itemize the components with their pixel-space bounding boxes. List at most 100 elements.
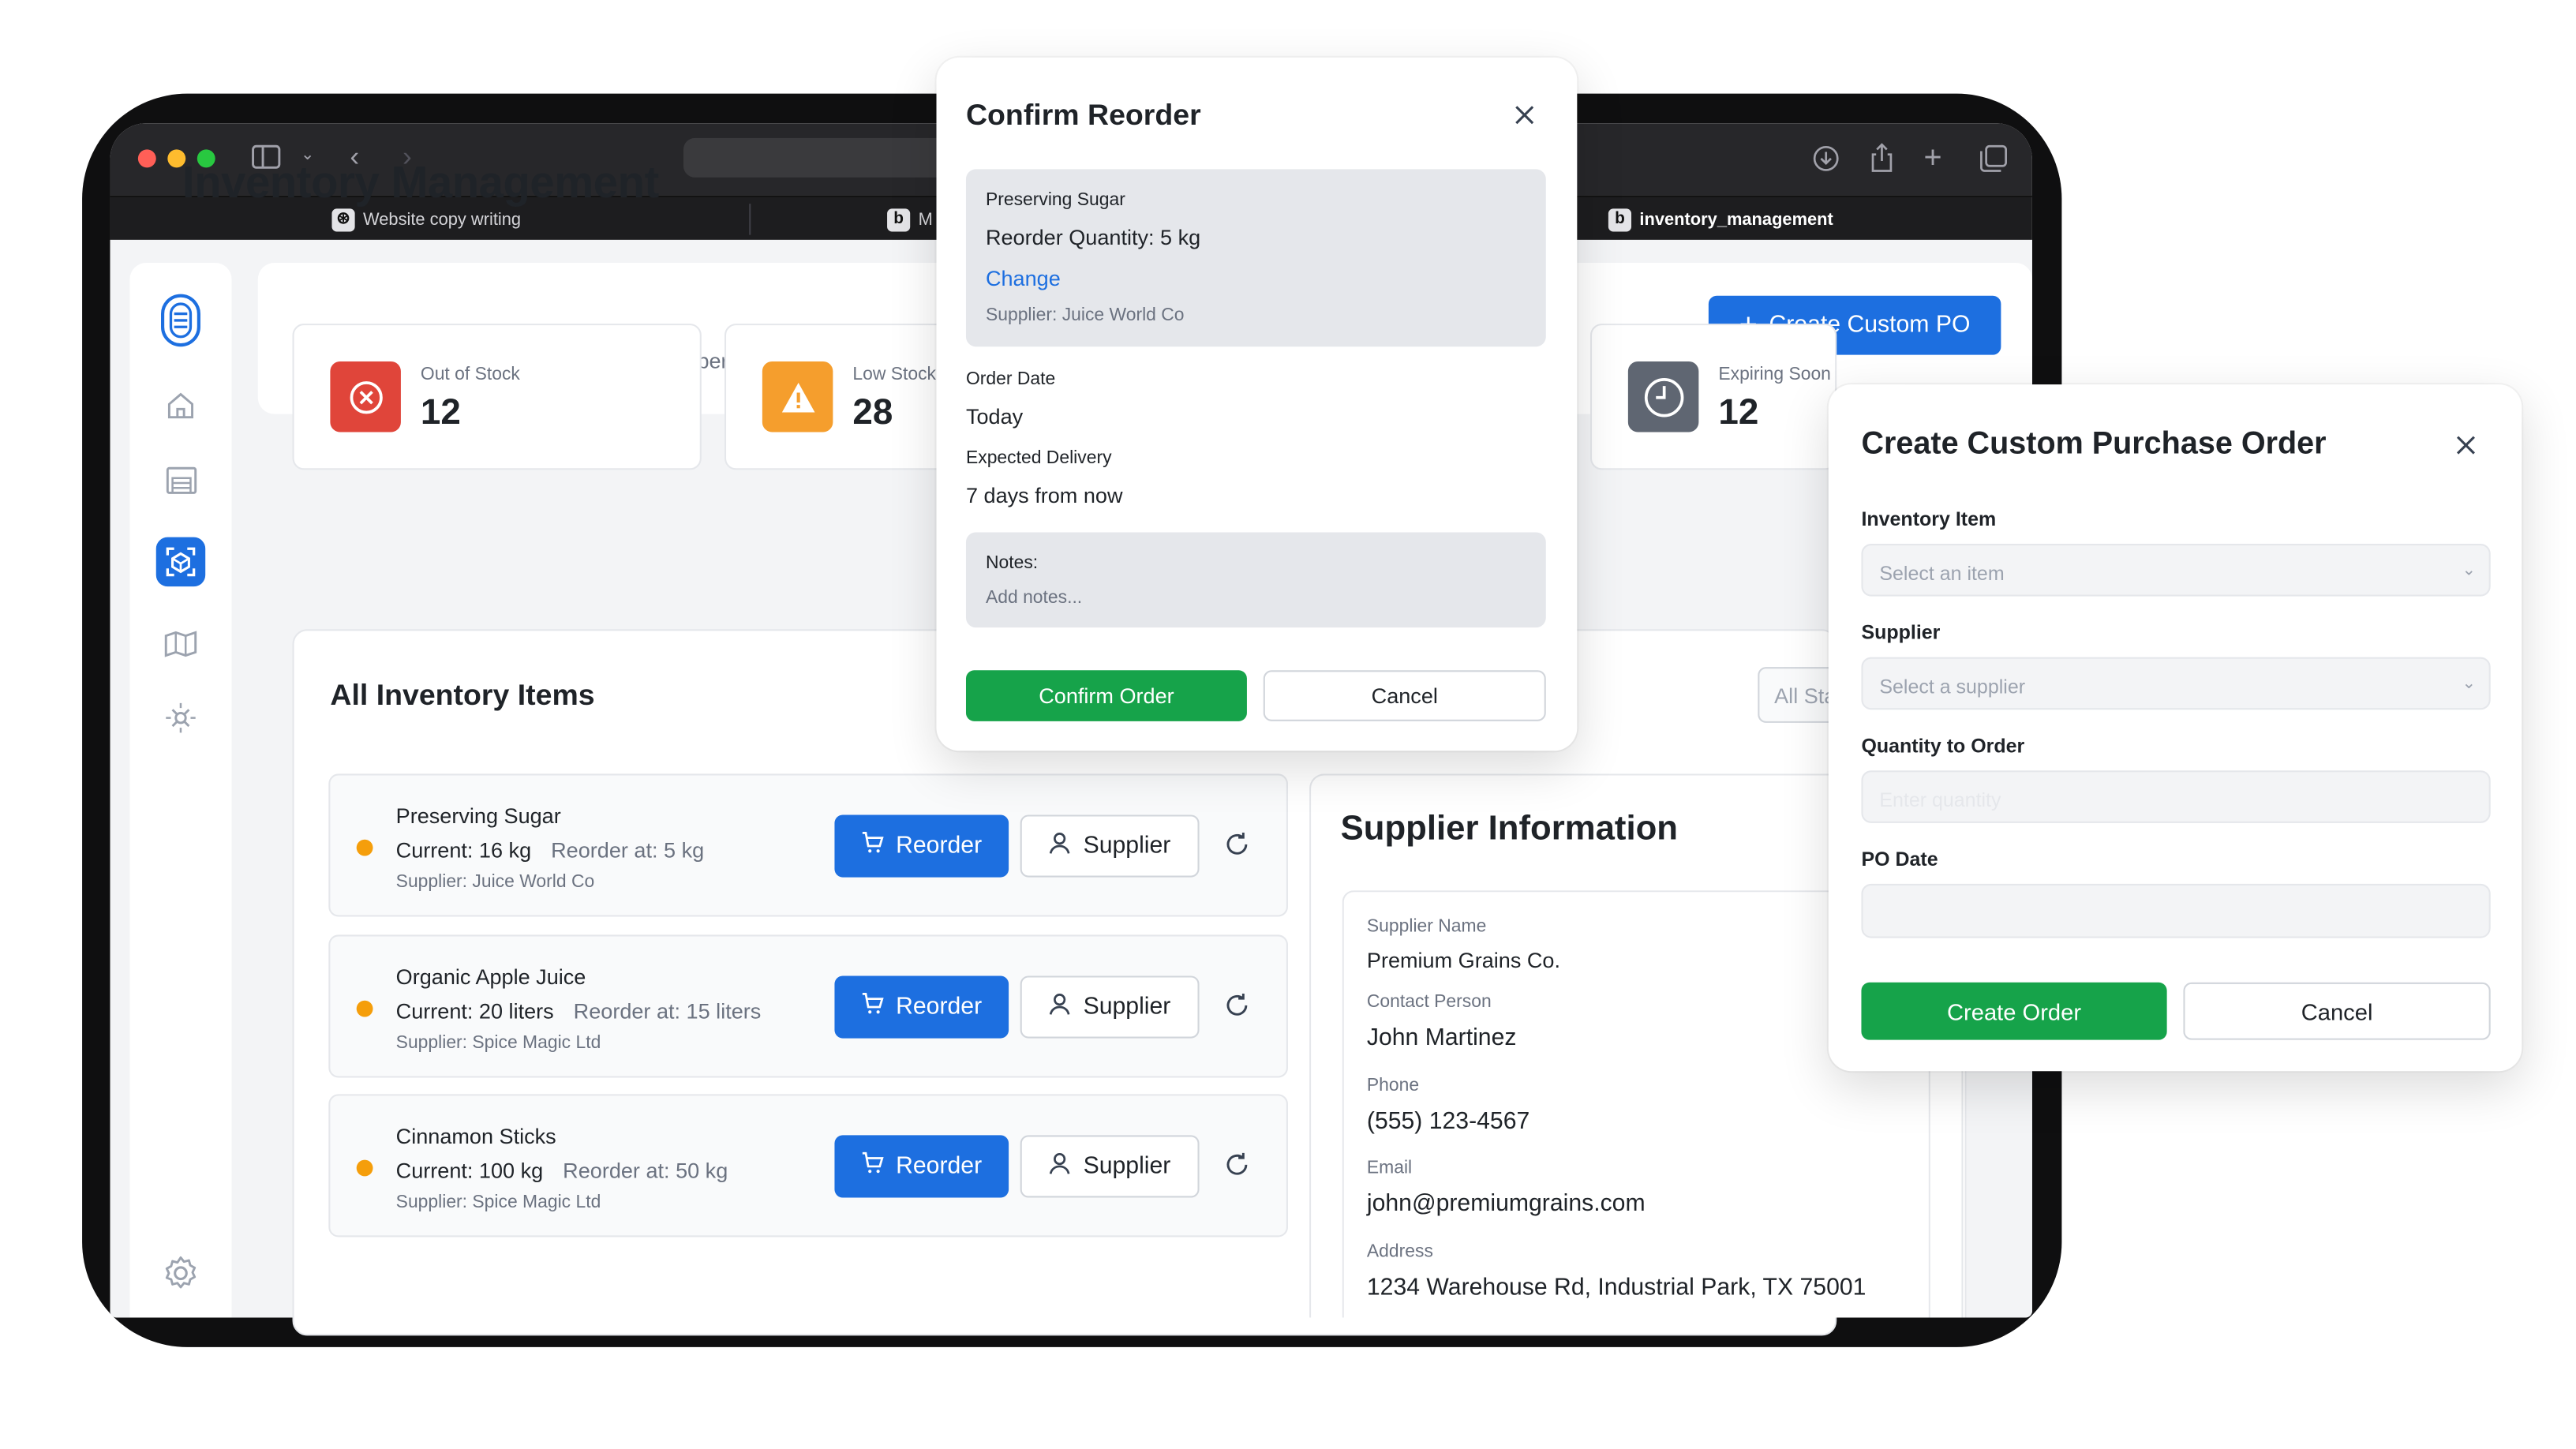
supplier-label: Supplier: [1083, 1153, 1171, 1180]
tab-m[interactable]: b M: [887, 197, 933, 242]
confirm-reorder-modal: Confirm Reorder Preserving Sugar Reorder…: [936, 57, 1578, 751]
stat-card-out-of-stock[interactable]: Out of Stock 12: [292, 324, 702, 470]
cancel-button[interactable]: Cancel: [2183, 982, 2491, 1040]
supplier-label: Supplier: [1861, 620, 1941, 644]
stat-card-expiring-soon[interactable]: Expiring Soon 12: [1589, 324, 1837, 470]
supplier-select[interactable]: Select a supplier ⌄: [1861, 657, 2491, 710]
item-meta: Current: 16 kg Reorder at: 5 kg: [396, 838, 704, 863]
settings-gear-icon[interactable]: [156, 1249, 205, 1297]
status-dot: [356, 1000, 373, 1017]
supplier-button[interactable]: Supplier: [1020, 1135, 1200, 1198]
new-tab-icon[interactable]: +: [1924, 143, 1942, 174]
order-date-value: Today: [965, 404, 1024, 429]
stat-label: Low Stock: [852, 365, 936, 385]
download-icon[interactable]: [1812, 144, 1840, 178]
reorder-label: Reorder: [896, 833, 983, 859]
supplier-name: Premium Grains Co.: [1366, 948, 1560, 973]
contact-person: John Martinez: [1366, 1024, 1517, 1052]
item-supplier: Supplier: Spice Magic Ltd: [395, 1033, 601, 1054]
b-logo-icon: b: [887, 208, 911, 231]
app-logo-icon[interactable]: [156, 294, 205, 347]
notes-field[interactable]: [965, 532, 1546, 628]
inventory-title: All Inventory Items: [330, 678, 595, 712]
status-dot: [356, 839, 373, 856]
confirm-order-button[interactable]: Confirm Order: [965, 670, 1247, 721]
email-label: Email: [1366, 1158, 1413, 1178]
item-reorder-at: Reorder at: 5 kg: [551, 837, 705, 863]
notes-label: Notes:: [985, 553, 1039, 574]
po-date-input[interactable]: [1861, 883, 2491, 938]
item-current: Current: 20 liters: [395, 998, 554, 1024]
stat-value: 12: [420, 391, 461, 432]
address-value: 1234 Warehouse Rd, Industrial Park, TX 7…: [1366, 1275, 1866, 1301]
stat-card-low-stock[interactable]: Low Stock 28: [724, 324, 955, 470]
item-reorder-at: Reorder at: 15 liters: [573, 998, 762, 1024]
modal-title: Confirm Reorder: [965, 98, 1201, 132]
phone-label: Phone: [1366, 1076, 1420, 1096]
quantity-input[interactable]: Enter quantity: [1861, 770, 2491, 823]
item-name: Preserving Sugar: [395, 803, 561, 829]
contact-person-label: Contact Person: [1366, 992, 1492, 1013]
select-placeholder: Select an item: [1879, 561, 2005, 586]
stat-value: 12: [1718, 391, 1759, 432]
clock-icon: [1627, 361, 1699, 432]
supplier-info-title: Supplier Information: [1340, 810, 1679, 848]
tab-inventory-management[interactable]: b inventory_management: [1608, 197, 1833, 242]
item-current: Current: 100 kg: [395, 1158, 544, 1183]
b-logo-icon: b: [1608, 208, 1632, 231]
tab-title: M: [918, 209, 933, 230]
status-dot: [356, 1159, 373, 1177]
item-meta: Current: 100 kg Reorder at: 50 kg: [396, 1159, 728, 1183]
warehouse-icon[interactable]: [156, 455, 205, 504]
create-order-button[interactable]: Create Order: [1861, 982, 2167, 1040]
cancel-button[interactable]: Cancel: [1263, 670, 1546, 721]
satellite-icon[interactable]: [156, 693, 205, 742]
page-title: Inventory Management: [182, 157, 659, 208]
supplier-button[interactable]: Supplier: [1020, 814, 1200, 878]
stat-value: 28: [852, 391, 893, 432]
address-label: Address: [1366, 1241, 1433, 1262]
refresh-icon[interactable]: [1222, 990, 1252, 1020]
cart-icon: [861, 1151, 885, 1181]
refresh-icon[interactable]: [1222, 829, 1252, 859]
supplier-button[interactable]: Supplier: [1020, 975, 1200, 1039]
refresh-icon[interactable]: [1222, 1150, 1252, 1179]
user-icon: [1049, 992, 1072, 1021]
select-placeholder: Select a supplier: [1879, 675, 2026, 698]
email-value[interactable]: john@premiumgrains.com: [1367, 1191, 1646, 1217]
stat-label: Expiring Soon: [1718, 365, 1831, 385]
stat-label: Out of Stock: [420, 365, 520, 385]
close-icon[interactable]: [2453, 432, 2479, 458]
supplier-name-label: Supplier Name: [1366, 916, 1487, 937]
chevron-down-icon: ⌄: [2462, 561, 2476, 580]
reorder-label: Reorder: [896, 994, 983, 1020]
supplier-label: Supplier: [1083, 994, 1171, 1020]
change-link[interactable]: Change: [986, 266, 1061, 290]
warning-icon: [762, 361, 833, 432]
reorder-button[interactable]: Reorder: [834, 975, 1009, 1039]
close-icon[interactable]: [1511, 102, 1537, 128]
inventory-nav-icon[interactable]: [155, 537, 206, 587]
phone-value: (555) 123-4567: [1366, 1109, 1530, 1136]
reorder-button[interactable]: Reorder: [834, 1135, 1009, 1198]
modal-title: Create Custom Purchase Order: [1861, 427, 2327, 462]
map-icon[interactable]: [156, 620, 205, 668]
item-supplier: Supplier: Juice World Co: [395, 872, 595, 893]
order-supplier: Supplier: Juice World Co: [985, 305, 1185, 326]
home-icon[interactable]: [156, 381, 205, 430]
tab-overview-icon[interactable]: [1979, 144, 2007, 178]
openai-icon: ⊛: [331, 208, 355, 231]
inventory-row: Preserving Sugar Current: 16 kg Reorder a…: [328, 773, 1288, 917]
cart-icon: [861, 831, 885, 860]
inventory-item-select[interactable]: Select an item ⌄: [1861, 544, 2491, 597]
item-name: Cinnamon Sticks: [395, 1123, 556, 1149]
inventory-item-label: Inventory Item: [1861, 507, 1997, 531]
cart-icon: [861, 992, 885, 1021]
close-window-button[interactable]: [137, 149, 156, 168]
status-filter-select[interactable]: All Status: [1758, 667, 1837, 723]
reorder-button[interactable]: Reorder: [834, 814, 1009, 878]
notes-placeholder: Add notes...: [985, 588, 1083, 608]
share-icon[interactable]: [1870, 143, 1894, 178]
sidebar: [129, 263, 232, 1318]
po-date-label: PO Date: [1861, 848, 1938, 871]
